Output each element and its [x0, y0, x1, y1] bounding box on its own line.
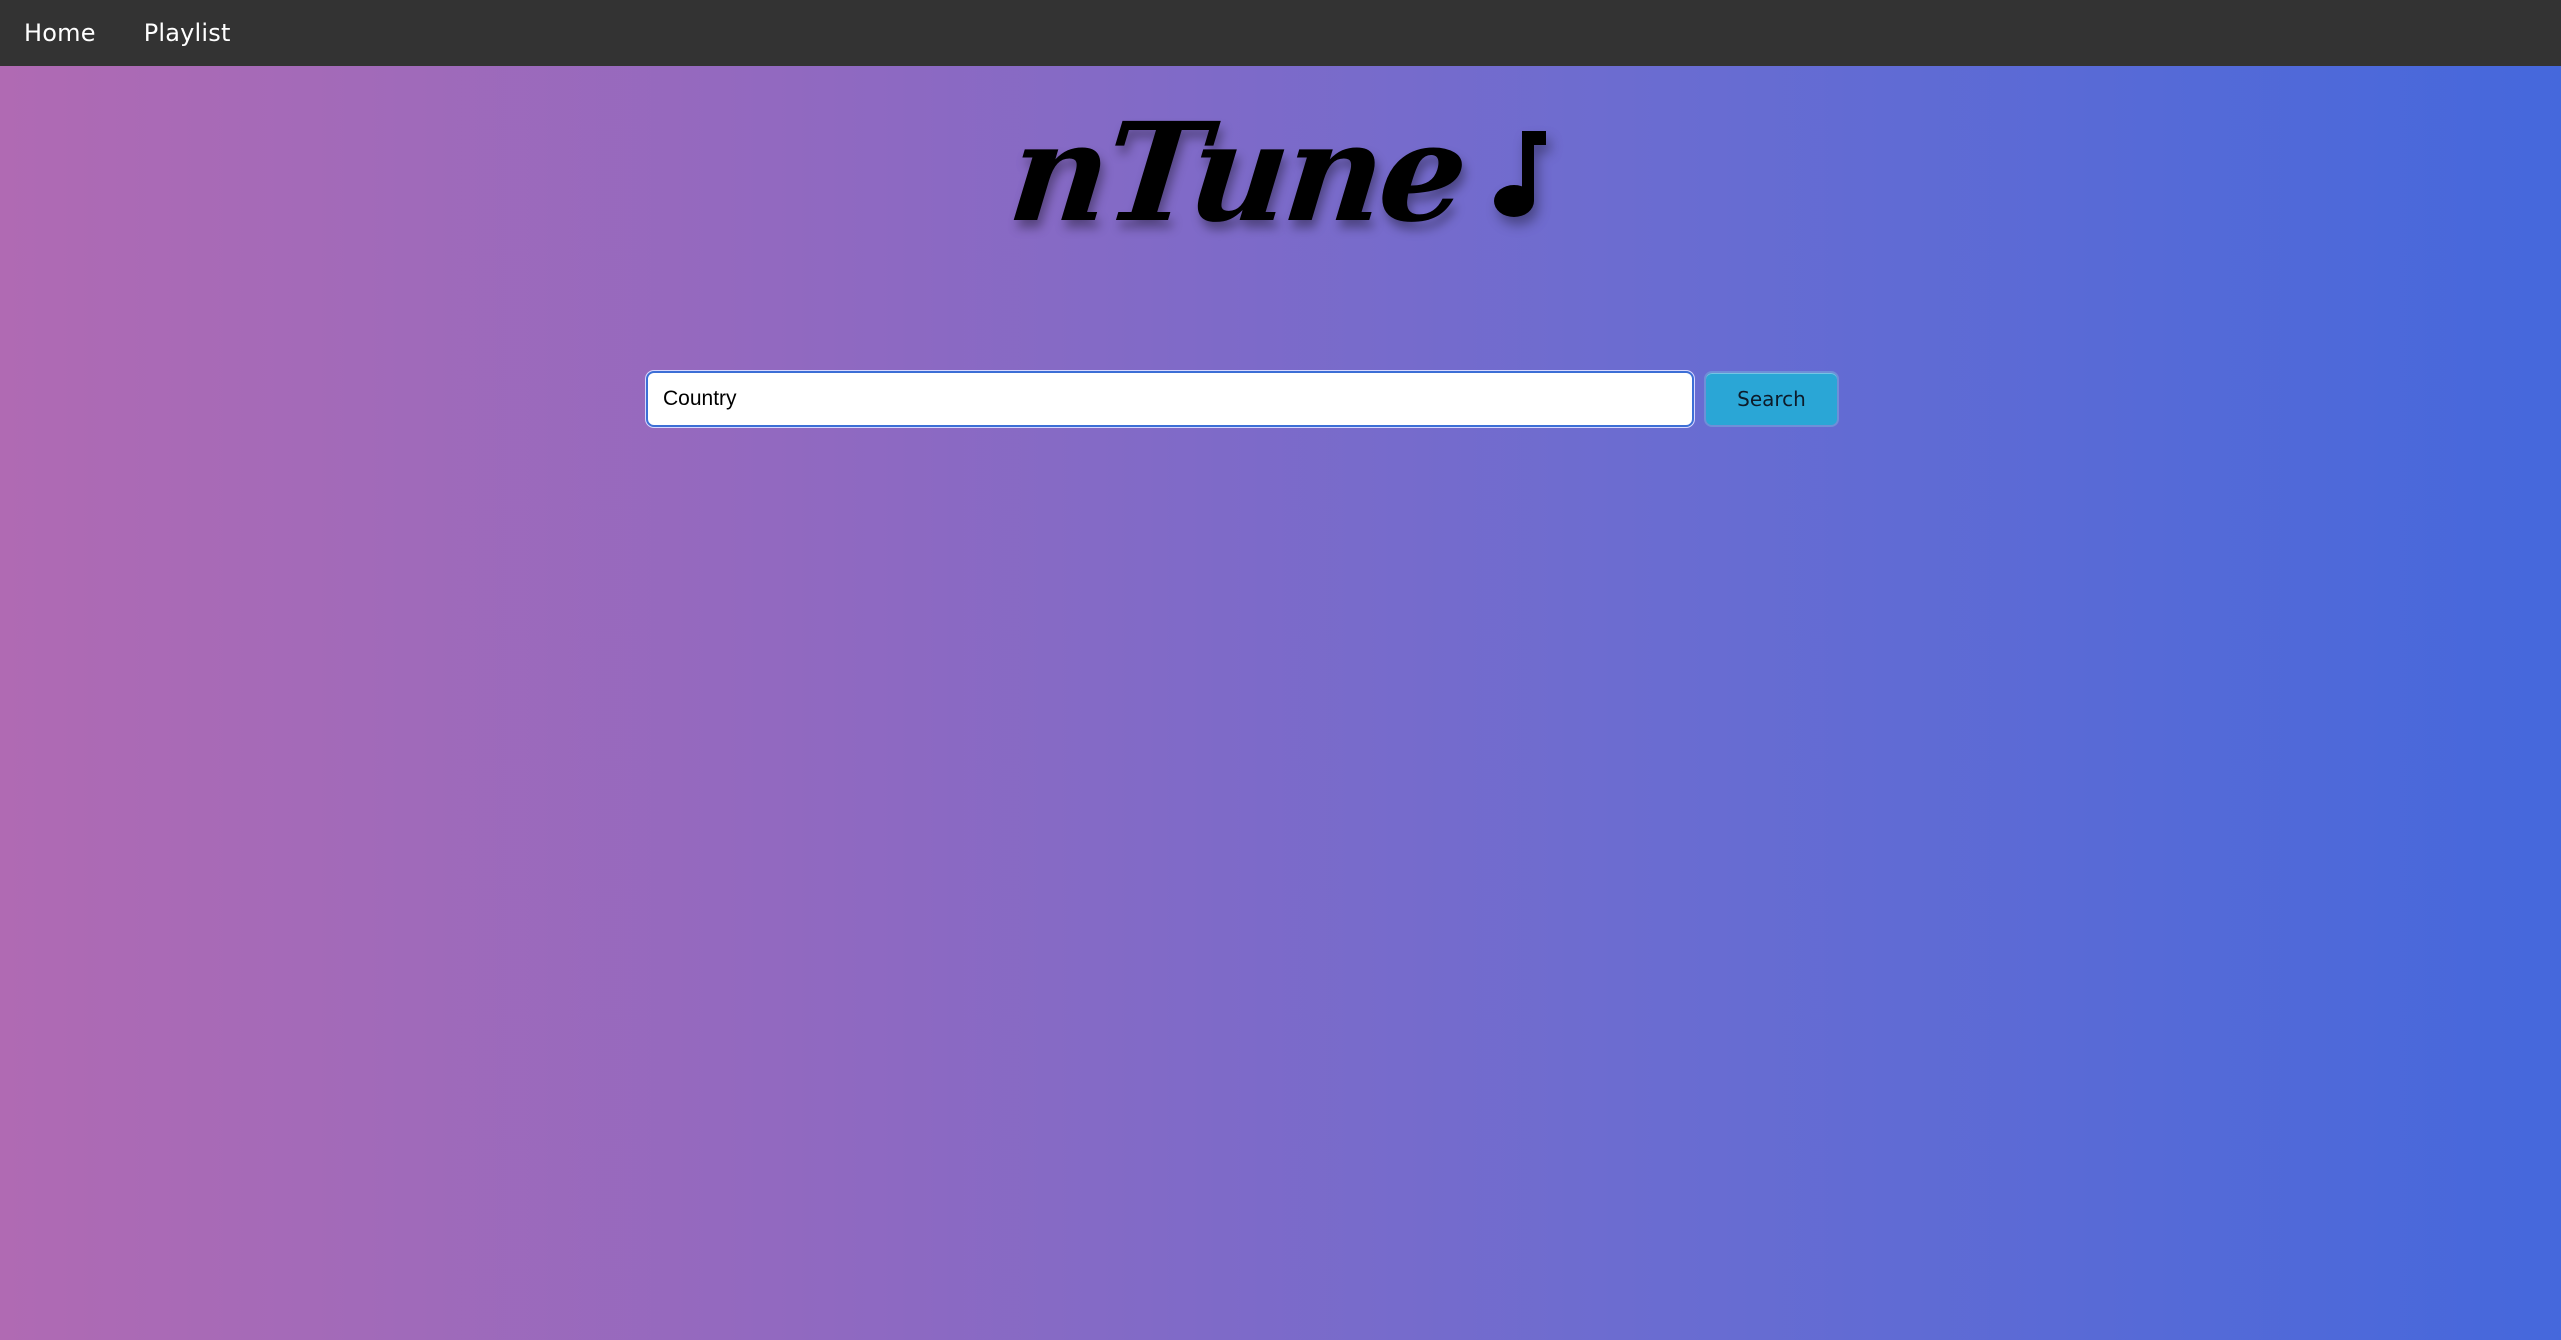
- music-note-icon: [1490, 123, 1550, 223]
- search-button[interactable]: Search: [1704, 371, 1839, 427]
- search-input[interactable]: [646, 371, 1694, 427]
- app-logo: nTune: [0, 93, 2561, 253]
- nav-link-home[interactable]: Home: [24, 19, 96, 47]
- search-bar: Search: [646, 371, 1839, 427]
- top-navbar: Home Playlist: [0, 0, 2561, 66]
- nav-link-playlist[interactable]: Playlist: [144, 19, 231, 47]
- logo-text: nTune: [1002, 93, 1471, 253]
